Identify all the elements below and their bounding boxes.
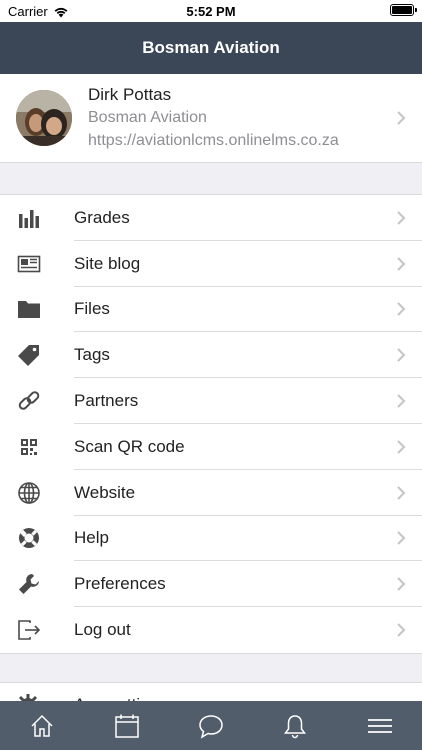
site-url: https://aviationlcms.onlinelms.co.za [88, 132, 339, 149]
bar-chart-icon [16, 205, 42, 231]
user-name: Dirk Pottas [88, 85, 172, 104]
chevron-right-icon [397, 531, 406, 546]
menu-item-label: Log out [74, 620, 131, 640]
menu-item-site-blog[interactable]: Site blog [0, 241, 422, 287]
menu-item-files[interactable]: Files [0, 287, 422, 333]
menu-item-label: Preferences [74, 574, 166, 594]
chevron-right-icon [397, 440, 406, 454]
newspaper-icon [16, 251, 42, 277]
menu-item-log-out[interactable]: Log out [0, 607, 422, 653]
tab-notifications[interactable] [253, 701, 337, 750]
chevron-right-icon [397, 623, 406, 637]
chevron-right-icon [397, 577, 406, 591]
tab-home[interactable] [0, 701, 84, 750]
menu-item-scan-qr-code[interactable]: Scan QR code [0, 424, 422, 470]
link-icon [16, 388, 42, 414]
menu-item-label: Tags [74, 345, 110, 365]
chevron-right-icon [397, 211, 406, 225]
menu-item-label: Files [74, 299, 110, 319]
nav-bar: Bosman Aviation [0, 22, 422, 74]
user-profile-card[interactable]: Dirk Pottas Bosman Aviation https://avia… [0, 74, 422, 163]
menu-item-label: Website [74, 482, 136, 502]
menu-item-label: Scan QR code [74, 436, 185, 456]
avatar [16, 90, 72, 146]
menu-item-label: Site blog [74, 253, 141, 273]
status-time: 5:52 PM [186, 4, 236, 19]
qr-code-icon [16, 434, 42, 460]
tab-bar [0, 701, 422, 750]
chevron-right-icon [397, 485, 406, 500]
chevron-right-icon [397, 256, 406, 271]
chevron-right-icon [397, 302, 406, 317]
menu-item-label: Partners [74, 391, 139, 411]
menu-item-grades[interactable]: Grades [0, 195, 422, 241]
menu-item-website[interactable]: Website [0, 470, 422, 516]
site-name: Bosman Aviation [88, 109, 207, 126]
chevron-right-icon [397, 394, 406, 408]
chevron-right-icon [397, 111, 406, 125]
battery-icon [390, 4, 417, 16]
page-title: Bosman Aviation [142, 38, 280, 57]
chevron-right-icon [397, 348, 406, 362]
menu-item-label: Grades [74, 207, 130, 227]
menu-item-partners[interactable]: Partners [0, 378, 422, 424]
tab-messages[interactable] [169, 701, 253, 750]
calendar-icon [114, 714, 139, 738]
globe-icon [16, 480, 42, 506]
menu-item-help[interactable]: Help [0, 516, 422, 562]
logout-icon [16, 617, 42, 643]
menu-item-tags[interactable]: Tags [0, 332, 422, 378]
home-icon [31, 714, 53, 737]
tab-calendar[interactable] [85, 701, 169, 750]
bell-icon [284, 714, 307, 738]
menu-item-label: Help [74, 528, 109, 548]
hamburger-menu-icon [367, 718, 392, 733]
tab-more[interactable] [338, 701, 422, 750]
menu-item-preferences[interactable]: Preferences [0, 561, 422, 607]
main-menu: Grades Site blog Files Tags Partners Sca… [0, 194, 422, 654]
folder-icon [16, 296, 42, 322]
wrench-icon [16, 571, 42, 597]
status-bar: Carrier 5:52 PM [0, 0, 422, 22]
tag-icon [16, 342, 42, 368]
lifebuoy-icon [16, 525, 42, 551]
chat-bubble-icon [199, 714, 223, 739]
